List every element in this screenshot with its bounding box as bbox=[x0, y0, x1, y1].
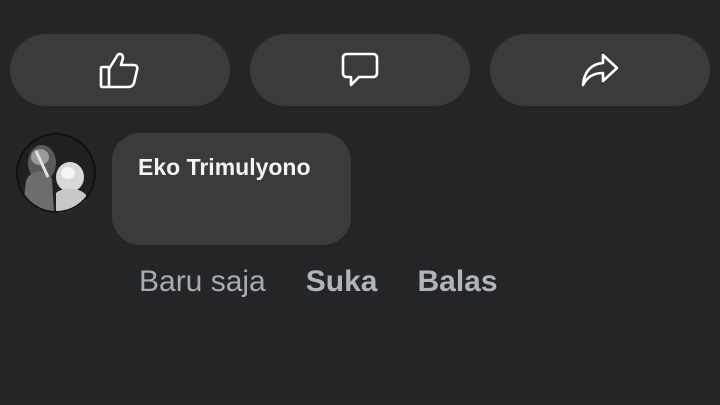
share-arrow-icon bbox=[579, 51, 621, 89]
avatar[interactable] bbox=[16, 133, 96, 213]
comment-bubble: Eko Trimulyono bbox=[112, 133, 351, 245]
comment-button[interactable] bbox=[250, 34, 470, 106]
share-button[interactable] bbox=[490, 34, 710, 106]
comment-reply-button[interactable]: Balas bbox=[417, 265, 497, 299]
post-action-bar bbox=[10, 34, 710, 106]
thumbs-up-icon bbox=[99, 50, 141, 90]
comment-view: Eko Trimulyono Baru saja Suka Balas bbox=[0, 0, 720, 405]
comment-meta: Baru saja Suka Balas bbox=[139, 262, 498, 302]
comment-like-button[interactable]: Suka bbox=[306, 265, 378, 299]
comment-author[interactable]: Eko Trimulyono bbox=[138, 154, 311, 181]
comment-timestamp: Baru saja bbox=[139, 265, 266, 298]
speech-bubble-icon bbox=[340, 51, 380, 89]
like-button[interactable] bbox=[10, 34, 230, 106]
